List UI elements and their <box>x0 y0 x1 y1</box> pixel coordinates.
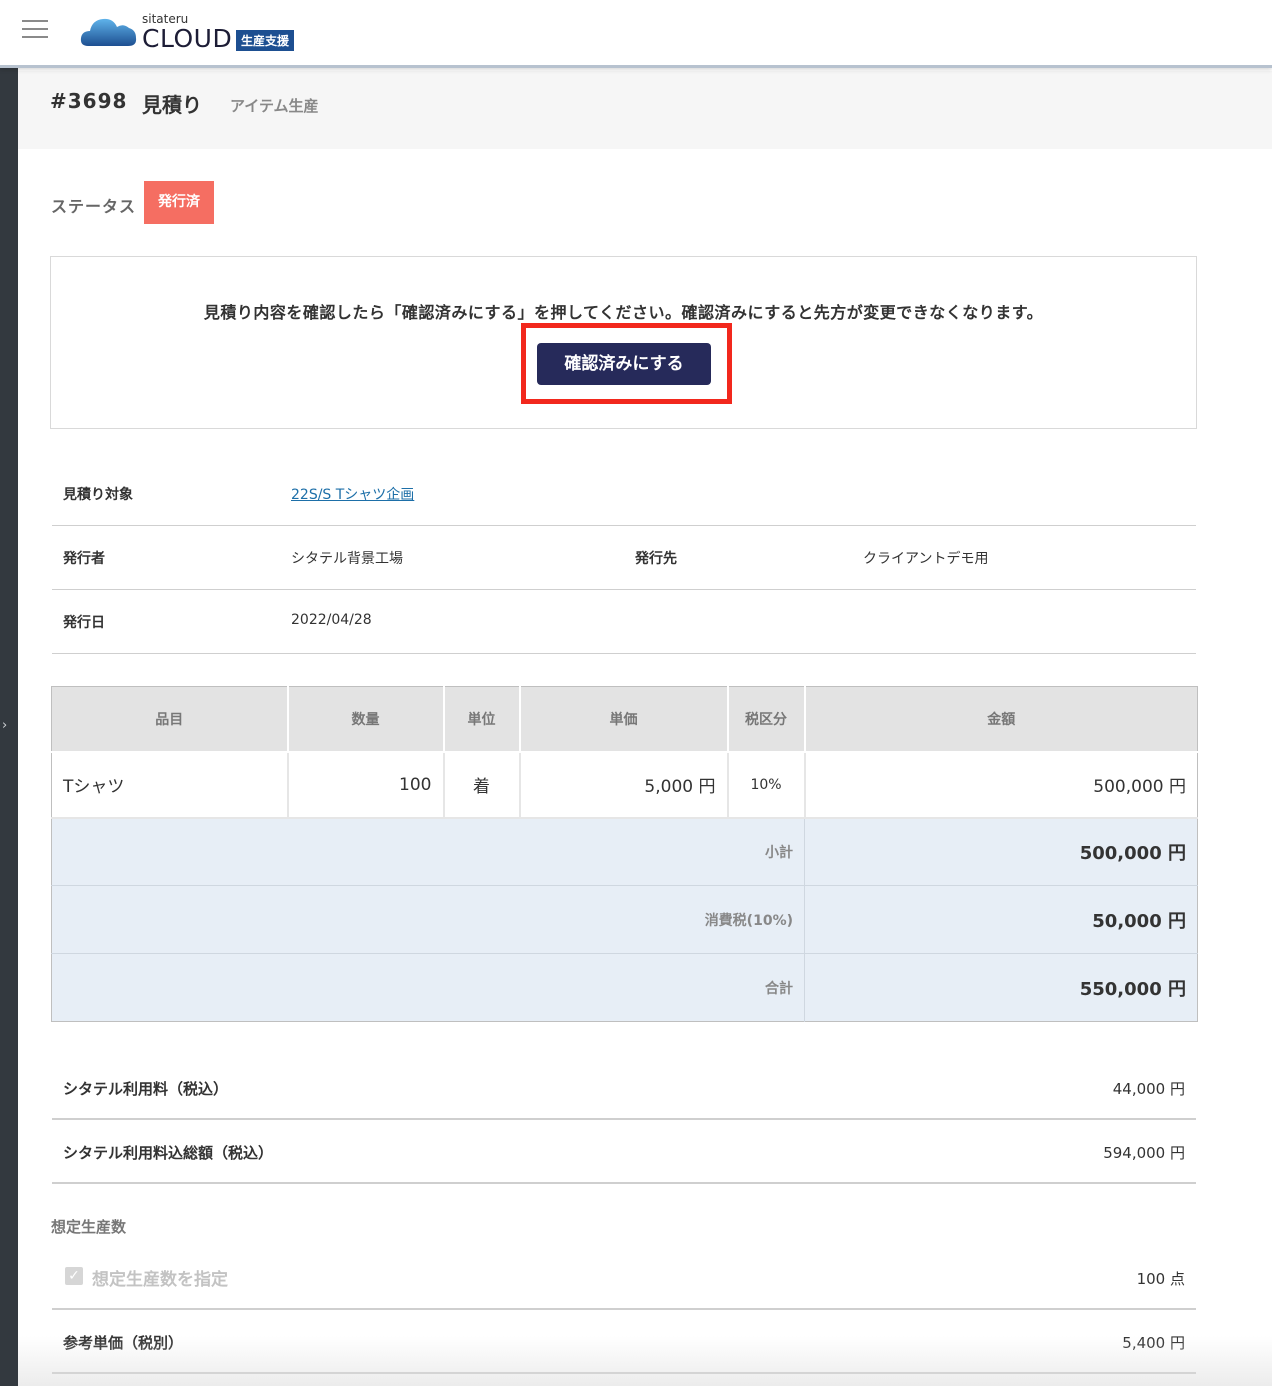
checkbox-checked-icon[interactable]: ✓ <box>65 1267 83 1285</box>
confirm-panel: 見積り内容を確認したら「確認済みにする」を押してください。確認済みにすると先方が… <box>50 256 1197 429</box>
production-section-title: 想定生産数 <box>51 1218 127 1236</box>
estimate-table: 品目 数量 単位 単価 税区分 金額 Tシャツ 100 着 5,000 円 10… <box>51 686 1198 1022</box>
header-qty: 数量 <box>286 686 445 753</box>
quantity-value: 100 点 <box>1136 1270 1185 1288</box>
fee-value: 44,000 円 <box>1112 1080 1185 1098</box>
ref-price-label: 参考単価（税別） <box>63 1334 184 1352</box>
page-title: 見積り <box>142 93 202 117</box>
total-row: 合計 550,000 円 <box>51 953 1198 1022</box>
fee-row: シタテル利用料（税込） 44,000 円 <box>52 1056 1196 1120</box>
total-value: 550,000 円 <box>804 953 1198 1022</box>
subtotal-label: 小計 <box>51 817 805 886</box>
ref-price-row: 参考単価（税別） 5,400 円 <box>52 1310 1196 1374</box>
info-row-issuer: 発行者 シタテル背景工場 発行先 クライアントデモ用 <box>52 526 1196 590</box>
document-number: #3698 <box>50 89 128 113</box>
recipient-label: 発行先 <box>635 551 677 567</box>
cloud-logo-icon <box>80 18 137 46</box>
cell-unit: 着 <box>442 751 521 819</box>
logo-big-text: CLOUD <box>142 24 233 53</box>
table-row: Tシャツ 100 着 5,000 円 10% 500,000 円 <box>51 751 1198 819</box>
info-row-date: 発行日 2022/04/28 <box>52 590 1196 654</box>
cell-tax: 10% <box>726 751 806 819</box>
logo-badge: 生産支援 <box>236 30 295 51</box>
subtotal-value: 500,000 円 <box>804 817 1198 886</box>
tax-label: 消費税(10%) <box>51 885 805 954</box>
title-band: #3698 見積り アイテム生産 <box>18 71 1272 149</box>
cell-amount: 500,000 円 <box>803 751 1198 819</box>
header-tax: 税区分 <box>726 686 806 753</box>
recipient-value: クライアントデモ用 <box>863 551 989 567</box>
target-label: 見積り対象 <box>63 487 133 503</box>
top-bar: sitateru CLOUD 生産支援 <box>0 0 1272 68</box>
header-unit: 単位 <box>442 686 521 753</box>
fee-total-value: 594,000 円 <box>1103 1144 1185 1162</box>
issuer-value: シタテル背景工場 <box>291 551 403 567</box>
issuer-label: 発行者 <box>63 551 105 567</box>
fee-total-row: シタテル利用料込総額（税込） 594,000 円 <box>52 1120 1196 1184</box>
chevron-right-icon[interactable]: › <box>2 718 7 733</box>
confirm-button[interactable]: 確認済みにする <box>537 343 711 385</box>
checkbox-label: 想定生産数を指定 <box>92 1270 228 1290</box>
header-item: 品目 <box>51 686 289 753</box>
logo[interactable]: sitateru CLOUD 生産支援 <box>80 10 310 54</box>
table-header-row: 品目 数量 単位 単価 税区分 金額 <box>51 686 1198 753</box>
cell-qty: 100 <box>286 751 445 819</box>
header-price: 単価 <box>518 686 729 753</box>
cell-item: Tシャツ <box>51 751 289 819</box>
production-quantity-row: ✓ 想定生産数を指定 100 点 <box>52 1246 1196 1310</box>
total-label: 合計 <box>51 953 805 1022</box>
tax-value: 50,000 円 <box>804 885 1198 954</box>
cell-price: 5,000 円 <box>518 751 729 819</box>
page-subtitle: アイテム生産 <box>230 97 319 115</box>
fee-label: シタテル利用料（税込） <box>63 1080 229 1098</box>
tax-row: 消費税(10%) 50,000 円 <box>51 885 1198 954</box>
header-amount: 金額 <box>803 686 1198 753</box>
target-link[interactable]: 22S/S Tシャツ企画 <box>291 484 414 504</box>
ref-price-value: 5,400 円 <box>1122 1334 1185 1352</box>
date-label: 発行日 <box>63 615 105 631</box>
info-row-target: 見積り対象 22S/S Tシャツ企画 <box>52 462 1196 526</box>
subtotal-row: 小計 500,000 円 <box>51 817 1198 886</box>
status-badge: 発行済 <box>144 181 214 224</box>
date-value: 2022/04/28 <box>291 612 372 628</box>
fee-total-label: シタテル利用料込総額（税込） <box>63 1144 274 1162</box>
confirm-message: 見積り内容を確認したら「確認済みにする」を押してください。確認済みにすると先方が… <box>203 303 1044 322</box>
menu-icon[interactable] <box>22 20 48 40</box>
side-rail[interactable]: › <box>0 68 18 1386</box>
status-label: ステータス <box>51 197 137 216</box>
